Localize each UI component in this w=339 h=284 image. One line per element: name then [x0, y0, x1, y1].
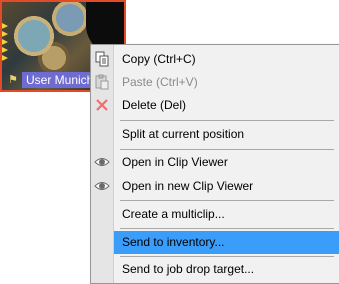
menu-item-delete[interactable]: Delete (Del): [91, 94, 339, 117]
menu-item-label: Paste (Ctrl+V): [122, 75, 198, 89]
copy-icon: [94, 51, 110, 67]
clip-label: User Munich: [22, 72, 98, 88]
clip-flag-icon: ⚑: [8, 73, 18, 86]
paste-icon: [94, 74, 110, 90]
menu-item-create-multiclip[interactable]: Create a multiclip...: [91, 203, 339, 226]
menu-item-label: Copy (Ctrl+C): [122, 52, 196, 66]
menu-item-send-to-job-drop-target[interactable]: Send to job drop target...: [91, 258, 339, 281]
menu-item-open-new-clip-viewer[interactable]: Open in new Clip Viewer: [91, 175, 339, 198]
menu-item-split[interactable]: Split at current position: [91, 123, 339, 146]
menu-separator: [120, 149, 334, 150]
menu-item-label: Open in new Clip Viewer: [122, 179, 254, 193]
menu-item-label: Open in Clip Viewer: [122, 155, 228, 169]
delete-x-icon: [94, 97, 110, 113]
menu-item-send-to-inventory[interactable]: Send to inventory...: [114, 231, 339, 254]
eye-icon: [94, 178, 110, 194]
menu-separator: [120, 120, 334, 121]
menu-item-label: Send to inventory...: [122, 235, 225, 249]
menu-item-open-clip-viewer[interactable]: Open in Clip Viewer: [91, 151, 339, 174]
menu-item-label: Create a multiclip...: [122, 207, 225, 221]
menu-separator: [120, 256, 334, 257]
eye-icon: [94, 154, 110, 170]
menu-item-paste[interactable]: Paste (Ctrl+V): [91, 71, 339, 94]
menu-item-label: Send to job drop target...: [122, 262, 255, 276]
menu-separator: [120, 228, 334, 229]
menu-item-copy[interactable]: Copy (Ctrl+C): [91, 48, 339, 71]
menu-separator: [120, 200, 334, 201]
context-menu: Copy (Ctrl+C) Paste (Ctrl+V) Delete (Del…: [90, 44, 339, 284]
menu-item-label: Delete (Del): [122, 98, 187, 112]
menu-item-label: Split at current position: [122, 127, 245, 141]
